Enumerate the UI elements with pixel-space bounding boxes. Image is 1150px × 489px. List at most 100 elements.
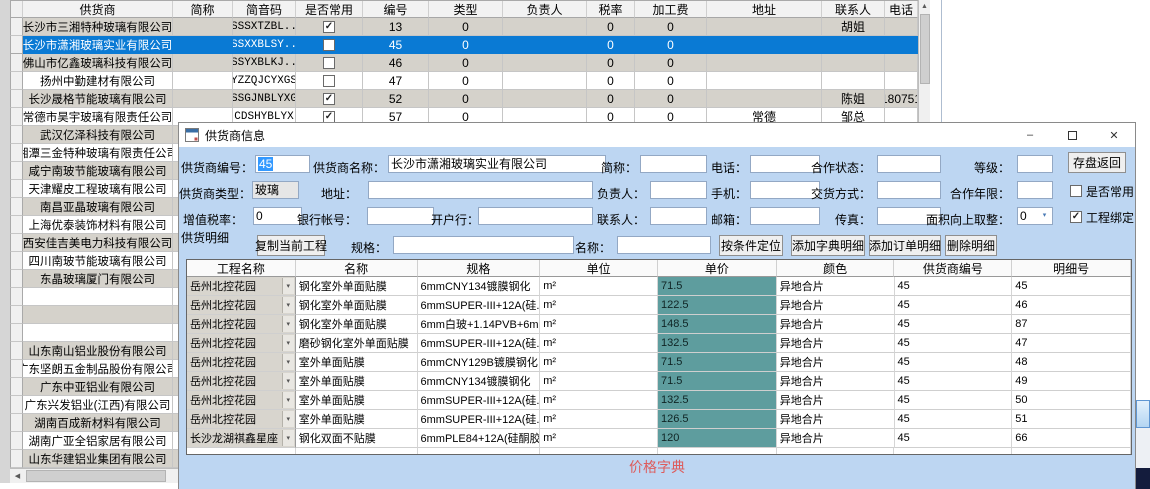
grid-cell[interactable]: m² xyxy=(540,372,658,391)
grid-cell[interactable]: 异地合片 xyxy=(777,429,895,448)
hznx-field[interactable] xyxy=(1017,181,1053,199)
grid-cell[interactable]: 6mmPLE84+12A(硅酮胶... xyxy=(418,429,541,448)
grid-cell[interactable]: 45 xyxy=(895,353,1013,372)
khh-field[interactable] xyxy=(478,207,593,225)
grid-cell[interactable]: 132.5 xyxy=(658,334,777,353)
table-row[interactable]: 长沙市潇湘玻璃实业有限公司CSSXXBLSY...45000 xyxy=(10,36,918,54)
project-combo-cell[interactable]: 岳州北控花园▾ xyxy=(187,315,296,334)
grid-cell[interactable]: 室外单面贴膜 xyxy=(296,372,418,391)
grid-cell[interactable]: 异地合片 xyxy=(777,334,895,353)
grid-cell[interactable]: m² xyxy=(540,315,658,334)
project-combo-cell[interactable]: 岳州北控花园▾ xyxy=(187,296,296,315)
grid-cell[interactable]: 50 xyxy=(1012,391,1131,410)
grid-cell[interactable]: 6mmSUPER-III+12A(硅... xyxy=(418,391,541,410)
grid-cell[interactable]: 钢化室外单面贴膜 xyxy=(296,315,418,334)
grid-row[interactable]: 岳州北控花园▾室外单面贴膜6mmCNY134镀膜钢化m²71.5异地合片4549 xyxy=(187,372,1131,391)
grid-cell[interactable]: 51 xyxy=(1012,410,1131,429)
grid-cell[interactable]: m² xyxy=(540,277,658,296)
minimize-icon[interactable]: – xyxy=(1009,123,1051,147)
grid-row[interactable]: 长沙龙湖祺鑫星座▾钢化双面不贴膜6mmPLE84+12A(硅酮胶...m²120… xyxy=(187,429,1131,448)
common-checkbox[interactable]: ✓ xyxy=(323,93,335,105)
grid-cell[interactable]: 45 xyxy=(895,372,1013,391)
chevron-down-icon[interactable]: ▾ xyxy=(282,392,294,408)
grid-row[interactable]: 岳州北控花园▾钢化室外单面贴膜6mmSUPER-III+12A(硅...m²12… xyxy=(187,296,1131,315)
grid-cell[interactable]: 6mmCNY134镀膜钢化 xyxy=(418,277,541,296)
grid-row[interactable]: 岳州北控花园▾钢化室外单面贴膜6mm白玻+1.14PVB+6mm...m²148… xyxy=(187,315,1131,334)
grid-cell[interactable]: m² xyxy=(540,391,658,410)
locate-by-condition-button[interactable]: 按条件定位 xyxy=(719,235,783,256)
grid-column-header-6[interactable]: 供货商编号 xyxy=(894,260,1012,277)
grid-cell[interactable]: 87 xyxy=(1012,315,1131,334)
delete-detail-button[interactable]: 删除明细 xyxy=(945,235,997,256)
grid-column-header-5[interactable]: 颜色 xyxy=(777,260,895,277)
column-header-id[interactable]: 编号 xyxy=(363,1,429,18)
common-checkbox[interactable]: ✓ xyxy=(323,21,335,33)
grid-cell[interactable]: 49 xyxy=(1012,372,1131,391)
spec-filter-input[interactable] xyxy=(393,236,574,254)
grid-row[interactable]: 岳州北控花园▾室外单面贴膜6mmSUPER-III+12A(硅...m²126.… xyxy=(187,410,1131,429)
grid-cell[interactable]: 钢化室外单面贴膜 xyxy=(296,296,418,315)
project-combo-cell[interactable]: 岳州北控花园▾ xyxy=(187,277,296,296)
grid-cell[interactable]: 6mmSUPER-III+12A(硅... xyxy=(418,334,541,353)
chevron-down-icon[interactable]: ▾ xyxy=(282,373,294,389)
project-combo-cell[interactable]: 长沙龙湖祺鑫星座▾ xyxy=(187,429,296,448)
chevron-down-icon[interactable]: ▾ xyxy=(282,316,294,332)
column-header-abbr[interactable]: 简称 xyxy=(173,1,233,18)
add-order-detail-button[interactable]: 添加订单明细 xyxy=(869,235,941,256)
grid-cell[interactable]: 异地合片 xyxy=(777,296,895,315)
jhfs-field[interactable] xyxy=(877,181,941,199)
gyslx-field[interactable]: 玻璃 xyxy=(252,181,299,199)
grid-cell[interactable]: 钢化双面不贴膜 xyxy=(296,429,418,448)
grid-cell[interactable]: 45 xyxy=(895,277,1013,296)
project-combo-cell[interactable]: 岳州北控花园▾ xyxy=(187,391,296,410)
grid-cell[interactable]: 异地合片 xyxy=(777,277,895,296)
grid-cell[interactable]: 71.5 xyxy=(658,353,777,372)
column-header-phone[interactable]: 电话 xyxy=(885,1,918,18)
grid-cell[interactable]: 6mmSUPER-III+12A(硅... xyxy=(418,410,541,429)
gcbd-checkbox[interactable]: ✓ xyxy=(1070,211,1082,223)
close-icon[interactable]: ✕ xyxy=(1093,123,1135,147)
common-checkbox[interactable] xyxy=(323,39,335,51)
grid-cell[interactable]: 120 xyxy=(658,429,777,448)
grid-column-header-4[interactable]: 单价 xyxy=(658,260,777,277)
column-header-manager[interactable]: 负责人 xyxy=(503,1,587,18)
mjqz-field[interactable]: 0▾ xyxy=(1017,207,1053,225)
project-combo-cell[interactable]: 岳州北控花园▾ xyxy=(187,353,296,372)
grid-cell[interactable]: 异地合片 xyxy=(777,353,895,372)
dj-field[interactable] xyxy=(1017,155,1053,173)
grid-cell[interactable]: 45 xyxy=(895,315,1013,334)
grid-cell[interactable]: 45 xyxy=(895,391,1013,410)
grid-cell[interactable]: 45 xyxy=(1012,277,1131,296)
add-dictionary-detail-button[interactable]: 添加字典明细 xyxy=(791,235,865,256)
project-combo-cell[interactable]: 岳州北控花园▾ xyxy=(187,372,296,391)
grid-cell[interactable]: 室外单面贴膜 xyxy=(296,353,418,372)
grid-cell[interactable]: m² xyxy=(540,429,658,448)
grid-cell[interactable]: 148.5 xyxy=(658,315,777,334)
grid-column-header-2[interactable]: 规格 xyxy=(418,260,541,277)
save-return-button[interactable]: 存盘返回 xyxy=(1068,152,1126,173)
column-header-contact[interactable]: 联系人 xyxy=(822,1,885,18)
gcbd-checkbox-group[interactable]: ✓工程绑定 xyxy=(1070,209,1134,225)
yhzh-field[interactable] xyxy=(367,207,434,225)
chevron-down-icon[interactable]: ▾ xyxy=(282,278,294,294)
chevron-down-icon[interactable]: ▾ xyxy=(282,411,294,427)
grid-cell[interactable]: m² xyxy=(540,334,658,353)
chevron-down-icon[interactable]: ▾ xyxy=(282,430,294,446)
dialog-titlebar[interactable]: 供货商信息 – ✕ xyxy=(179,123,1135,147)
grid-cell[interactable]: 6mmCNY134镀膜钢化 xyxy=(418,372,541,391)
grid-cell[interactable]: 71.5 xyxy=(658,277,777,296)
scroll-left-icon[interactable]: ◀ xyxy=(10,469,25,483)
sfcy-checkbox[interactable] xyxy=(1070,185,1082,197)
common-checkbox[interactable]: ✓ xyxy=(323,111,335,123)
chevron-down-icon[interactable]: ▾ xyxy=(282,297,294,313)
grid-cell[interactable]: 异地合片 xyxy=(777,372,895,391)
grid-cell[interactable]: 室外单面贴膜 xyxy=(296,391,418,410)
grid-cell[interactable]: 6mmCNY129B镀膜钢化 xyxy=(418,353,541,372)
grid-cell[interactable]: m² xyxy=(540,296,658,315)
common-checkbox[interactable] xyxy=(323,57,335,69)
grid-cell[interactable]: 47 xyxy=(1012,334,1131,353)
column-header-name[interactable]: 供货商 xyxy=(23,1,173,18)
project-combo-cell[interactable]: 岳州北控花园▾ xyxy=(187,334,296,353)
grid-cell[interactable]: 钢化室外单面贴膜 xyxy=(296,277,418,296)
grid-cell[interactable]: 异地合片 xyxy=(777,391,895,410)
